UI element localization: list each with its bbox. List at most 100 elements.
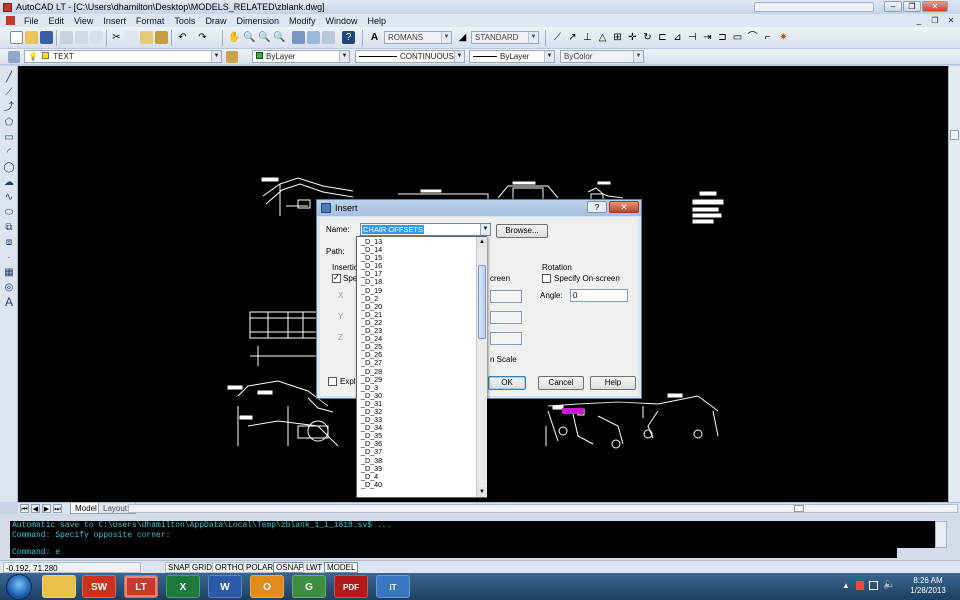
layer-manager-icon[interactable] xyxy=(8,51,20,63)
taskbar-app-word[interactable]: W xyxy=(208,575,242,598)
ortho-toggle[interactable]: ORTHO xyxy=(212,562,247,573)
command-scrollbar[interactable] xyxy=(935,521,947,548)
linetype-combo[interactable]: CONTINUOUS ▼ xyxy=(355,50,465,63)
make-object-layer-current-icon[interactable] xyxy=(226,51,238,63)
browse-button[interactable]: Browse... xyxy=(496,224,548,238)
menu-view[interactable]: View xyxy=(69,16,98,26)
join-icon[interactable]: ⊐ xyxy=(716,31,729,44)
text-style-icon[interactable]: A xyxy=(368,31,381,44)
polar-toggle[interactable]: POLAR xyxy=(243,562,277,573)
angle-field[interactable]: 0 xyxy=(570,289,628,302)
radius-dim-icon[interactable]: △ xyxy=(596,31,609,44)
lineweight-combo[interactable]: ByLayer ▼ xyxy=(469,50,555,63)
linear-dim-icon[interactable]: ⟋ xyxy=(551,31,564,44)
taskbar-app-chrome[interactable]: G xyxy=(292,575,326,598)
publish-icon[interactable] xyxy=(90,31,103,44)
region-icon[interactable]: ◎ xyxy=(3,282,15,294)
arc-icon[interactable]: ◜ xyxy=(3,147,15,159)
first-tab-icon[interactable]: ⏮ xyxy=(20,504,29,513)
arc-icon[interactable]: ⌒ xyxy=(746,31,759,44)
layer-combo[interactable]: 💡 TEXT ▼ xyxy=(24,50,222,63)
circle-icon[interactable]: ◯ xyxy=(3,162,15,174)
rotate-icon[interactable]: ↻ xyxy=(641,31,654,44)
plot-preview-icon[interactable] xyxy=(75,31,88,44)
insertion-specify-checkbox[interactable]: ✓ xyxy=(332,273,341,283)
help-icon[interactable]: ? xyxy=(342,31,355,44)
zoom-realtime-icon[interactable]: 🔍 xyxy=(243,31,256,44)
cut-icon[interactable]: ✂ xyxy=(110,31,123,44)
redo-icon[interactable]: ↷ xyxy=(196,31,209,44)
menu-modify[interactable]: Modify xyxy=(284,16,321,26)
make-block-icon[interactable]: ⧈ xyxy=(3,237,15,249)
dropdown-scrollbar[interactable]: ▲ ▼ xyxy=(476,237,487,497)
hatch-icon[interactable]: ▦ xyxy=(3,267,15,279)
undo-icon[interactable]: ↶ xyxy=(176,31,189,44)
ordinate-dim-icon[interactable]: ⊥ xyxy=(581,31,594,44)
scale-x-field[interactable] xyxy=(490,290,522,303)
canvas-vertical-scrollbar[interactable] xyxy=(948,66,960,502)
scroll-down-icon[interactable]: ▼ xyxy=(477,487,487,497)
prev-tab-icon[interactable]: ◀ xyxy=(31,504,40,513)
rectangle-icon[interactable]: ▭ xyxy=(731,31,744,44)
open-icon[interactable] xyxy=(25,31,38,44)
spline-icon[interactable]: ∿ xyxy=(3,192,15,204)
dim-update-icon[interactable]: ⊿ xyxy=(671,31,684,44)
autocad-app-icon[interactable] xyxy=(3,2,12,12)
menu-draw[interactable]: Draw xyxy=(200,16,231,26)
rotation-specify-checkbox[interactable] xyxy=(542,274,551,283)
zoom-window-icon[interactable]: 🔍 xyxy=(258,31,271,44)
plotstyle-combo[interactable]: ByColor ▼ xyxy=(560,50,644,63)
paste-icon[interactable] xyxy=(140,31,153,44)
lwt-toggle[interactable]: LWT xyxy=(303,562,326,573)
network-icon[interactable] xyxy=(869,581,878,590)
next-tab-icon[interactable]: ▶ xyxy=(42,504,51,513)
scroll-thumb[interactable] xyxy=(950,130,959,140)
minimize-button[interactable]: – xyxy=(884,1,902,12)
aligned-dim-icon[interactable]: ↗ xyxy=(566,31,579,44)
start-button[interactable] xyxy=(6,574,32,600)
restore-button[interactable]: ❐ xyxy=(903,1,921,12)
polyline-icon[interactable]: ⤴ xyxy=(3,102,15,114)
baseline-dim-icon[interactable]: ⊞ xyxy=(611,31,624,44)
clock[interactable]: 8:26 AM 1/28/2013 xyxy=(898,576,958,596)
help-button[interactable]: Help xyxy=(590,376,636,390)
fillet-icon[interactable]: ⌐ xyxy=(761,31,774,44)
dialog-close-button[interactable]: ✕ xyxy=(609,201,639,213)
dim-edit-icon[interactable]: ⊏ xyxy=(656,31,669,44)
model-toggle[interactable]: MODEL xyxy=(324,562,359,573)
polygon-icon[interactable]: ⬠ xyxy=(3,117,15,129)
menu-format[interactable]: Format xyxy=(131,16,170,26)
search-box[interactable] xyxy=(754,2,874,12)
document-icon[interactable] xyxy=(6,16,15,25)
coordinate-readout[interactable]: -0.192, 71.280 xyxy=(3,562,141,573)
osnap-toggle[interactable]: OSNAP xyxy=(273,562,308,573)
new-icon[interactable] xyxy=(10,31,23,44)
design-center-icon[interactable] xyxy=(307,31,320,44)
scale-z-field[interactable] xyxy=(490,332,522,345)
ellipse-icon[interactable]: ⬭ xyxy=(3,207,15,219)
color-combo[interactable]: ByLayer ▼ xyxy=(252,50,350,63)
dropdown-item[interactable]: _D_40 xyxy=(359,480,475,489)
taskbar-app-solidworks[interactable]: SW xyxy=(82,575,116,598)
volume-icon[interactable]: 🔈 xyxy=(883,579,895,590)
menu-insert[interactable]: Insert xyxy=(98,16,131,26)
zoom-previous-icon[interactable]: 🔍 xyxy=(273,31,286,44)
action-center-icon[interactable] xyxy=(856,581,864,590)
menu-tools[interactable]: Tools xyxy=(169,16,200,26)
menu-help[interactable]: Help xyxy=(363,16,392,26)
ok-button[interactable]: OK xyxy=(488,376,526,390)
last-tab-icon[interactable]: ⏭ xyxy=(53,504,62,513)
insert-block-icon[interactable]: ⧉ xyxy=(3,222,15,234)
taskbar-app-acrobat[interactable]: PDF xyxy=(334,575,368,598)
point-icon[interactable]: · xyxy=(3,252,15,264)
block-name-combo[interactable]: CHAIR OFFSETS ▼ xyxy=(360,223,491,236)
menu-dimension[interactable]: Dimension xyxy=(231,16,284,26)
menu-window[interactable]: Window xyxy=(321,16,363,26)
save-icon[interactable] xyxy=(40,31,53,44)
chevron-down-icon[interactable]: ▼ xyxy=(480,224,490,235)
explorer-icon[interactable] xyxy=(42,575,76,598)
scroll-thumb[interactable] xyxy=(794,505,804,512)
block-name-dropdown[interactable]: _D_13 _D_14 _D_15 _D_16 _D_17 _D_18 _D_19 _D_2 _… xyxy=(356,236,487,498)
center-mark-icon[interactable]: ✛ xyxy=(626,31,639,44)
canvas-horizontal-scrollbar[interactable] xyxy=(128,504,958,513)
